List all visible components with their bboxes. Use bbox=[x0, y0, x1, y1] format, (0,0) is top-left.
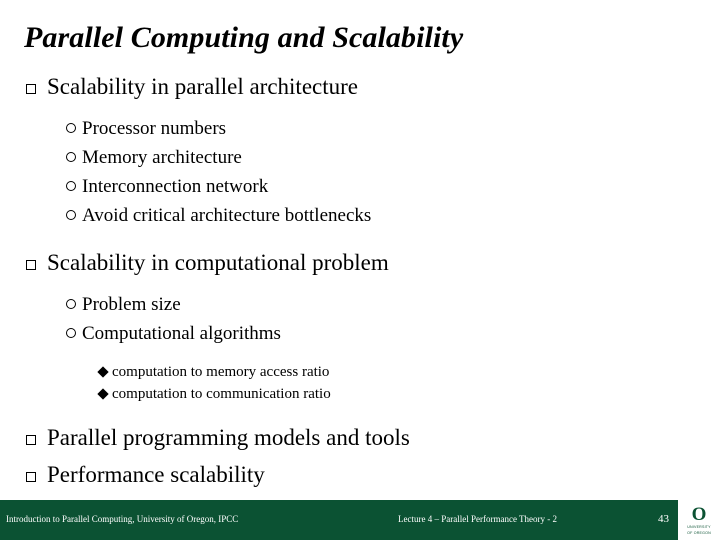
bullet-label: Performance scalability bbox=[47, 462, 265, 487]
bullet-label: Computational algorithms bbox=[82, 323, 281, 344]
bullet-level1-scalability-parallel-architecture: Scalability in parallel architecture bbox=[0, 70, 720, 107]
bullet-label: computation to communication ratio bbox=[112, 386, 331, 402]
hollow-square-bullet-icon bbox=[26, 71, 47, 105]
bullet-level2-problem-size: Problem size bbox=[0, 290, 720, 319]
bullet-level2-interconnection-network: Interconnection network bbox=[0, 172, 720, 201]
logo-subtitle-line1: UNIVERSITY bbox=[687, 525, 711, 530]
bullet-level3-computation-to-memory-access-ratio: computation to memory access ratio bbox=[0, 361, 720, 383]
slide-footer: Introduction to Parallel Computing, Univ… bbox=[0, 500, 720, 540]
bullet-level3-computation-to-communication-ratio: computation to communication ratio bbox=[0, 383, 720, 405]
bullet-label: Interconnection network bbox=[82, 176, 269, 197]
bullet-label: Parallel programming models and tools bbox=[47, 425, 410, 450]
slide-page-number: 43 bbox=[658, 513, 669, 525]
bullet-level1-performance-scalability: Performance scalability bbox=[0, 458, 720, 495]
hollow-circle-bullet-icon bbox=[66, 141, 82, 170]
bullet-level1-scalability-computational-problem: Scalability in computational problem bbox=[0, 246, 720, 283]
slide-body: Scalability in parallel architecture Pro… bbox=[0, 70, 720, 495]
oregon-o-icon: O bbox=[691, 504, 707, 526]
slide-title: Parallel Computing and Scalability bbox=[24, 21, 464, 54]
logo-subtitle-line2: OF OREGON bbox=[687, 530, 711, 535]
hollow-circle-bullet-icon bbox=[66, 317, 82, 346]
bullet-label: Avoid critical architecture bottlenecks bbox=[82, 205, 372, 226]
hollow-square-bullet-icon bbox=[26, 247, 47, 281]
university-of-oregon-logo: O UNIVERSITY OF OREGON bbox=[678, 500, 720, 540]
bullet-label: Scalability in computational problem bbox=[47, 250, 389, 275]
bullet-label: computation to memory access ratio bbox=[112, 364, 330, 380]
bullet-label: Memory architecture bbox=[82, 147, 242, 168]
bullet-label: Scalability in parallel architecture bbox=[47, 74, 358, 99]
bullet-level2-avoid-critical-architecture-bottlenecks: Avoid critical architecture bottlenecks bbox=[0, 201, 720, 230]
bullet-level2-processor-numbers: Processor numbers bbox=[0, 114, 720, 143]
filled-diamond-bullet-icon bbox=[97, 360, 112, 382]
hollow-square-bullet-icon bbox=[26, 459, 47, 493]
presentation-slide: Parallel Computing and Scalability Scala… bbox=[0, 0, 720, 540]
hollow-circle-bullet-icon bbox=[66, 288, 82, 317]
hollow-circle-bullet-icon bbox=[66, 170, 82, 199]
bullet-level2-memory-architecture: Memory architecture bbox=[0, 143, 720, 172]
bullet-level2-computational-algorithms: Computational algorithms bbox=[0, 319, 720, 348]
hollow-circle-bullet-icon bbox=[66, 199, 82, 228]
filled-diamond-bullet-icon bbox=[97, 382, 112, 404]
hollow-circle-bullet-icon bbox=[66, 112, 82, 141]
footer-course-text: Introduction to Parallel Computing, Univ… bbox=[6, 514, 239, 524]
bullet-level1-parallel-programming-models-and-tools: Parallel programming models and tools bbox=[0, 421, 720, 458]
bullet-label: Processor numbers bbox=[82, 118, 227, 139]
bullet-label: Problem size bbox=[82, 294, 181, 315]
hollow-square-bullet-icon bbox=[26, 422, 47, 456]
footer-lecture-text: Lecture 4 – Parallel Performance Theory … bbox=[398, 514, 558, 524]
